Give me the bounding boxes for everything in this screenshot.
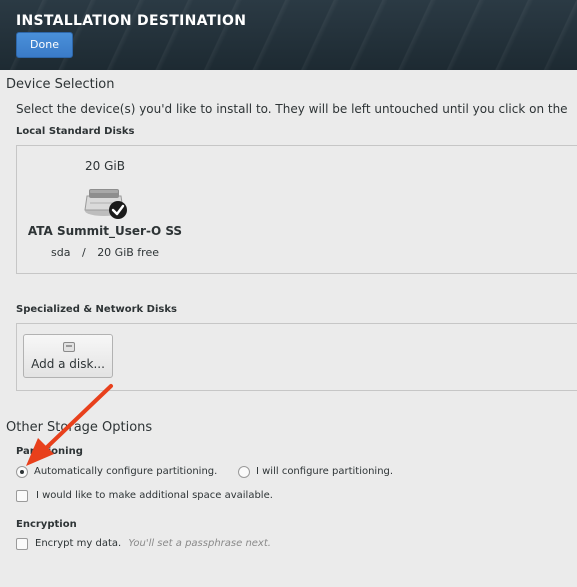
local-disks-heading: Local Standard Disks [16,126,135,137]
additional-space-label[interactable]: I would like to make additional space av… [36,490,273,501]
auto-partition-radio[interactable] [16,466,28,478]
header-pattern [0,0,577,70]
disk-device: sda [51,246,71,259]
selected-check-icon [109,201,127,219]
disk-info: sda / 20 GiB free [24,246,186,259]
add-disk-button[interactable]: Add a disk... [23,334,113,378]
manual-partition-radio[interactable] [238,466,250,478]
disk-free-space: 20 GiB free [97,246,159,259]
disk-separator: / [81,246,86,259]
header-bar: INSTALLATION DESTINATION Done [0,0,577,70]
encrypt-checkbox[interactable] [16,538,28,550]
installation-destination-page: INSTALLATION DESTINATION Done Device Sel… [0,0,577,587]
done-button[interactable]: Done [16,32,73,58]
disk-icon [63,342,75,352]
partitioning-heading: Partitioning [16,446,83,457]
encryption-heading: Encryption [16,519,77,530]
encrypt-option[interactable]: Encrypt my data. You'll set a passphrase… [35,538,271,549]
manual-partition-label[interactable]: I will configure partitioning. [256,466,393,477]
radio-selected-dot [20,470,24,474]
page-title: INSTALLATION DESTINATION [16,13,247,29]
additional-space-checkbox[interactable] [16,490,28,502]
add-disk-label: Add a disk... [31,357,105,371]
auto-partition-label[interactable]: Automatically configure partitioning. [34,466,217,477]
disk-size: 20 GiB [85,159,125,173]
disk-name: ATA Summit_User-O SS [27,224,183,238]
encrypt-label: Encrypt my data. [35,538,122,549]
device-selection-description: Select the device(s) you'd like to insta… [16,102,568,116]
other-storage-heading: Other Storage Options [6,420,153,435]
network-disks-heading: Specialized & Network Disks [16,304,177,315]
encrypt-hint: You'll set a passphrase next. [128,538,271,549]
device-selection-heading: Device Selection [6,77,115,92]
disk-tile-sda[interactable]: 20 GiB ATA Summit_User-O SS sda / 20 GiB… [24,154,186,264]
